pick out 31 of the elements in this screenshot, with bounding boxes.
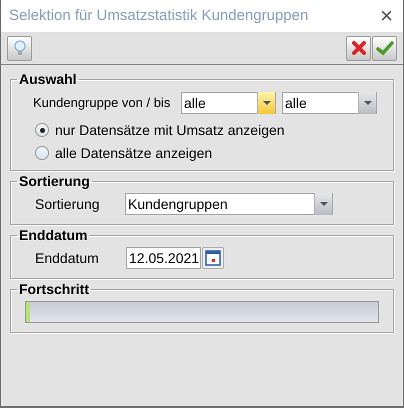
date-field[interactable]: 12.05.2021 [126,247,201,269]
group-title: Sortierung [18,173,91,189]
radio-button[interactable] [35,123,49,137]
radio-option[interactable]: nur Datensätze mit Umsatz anzeigen [35,122,379,138]
caret-icon [262,101,270,105]
field-label: Enddatum [35,248,100,268]
dropdown-field[interactable]: alle [181,92,276,114]
lightbulb-icon [14,40,26,56]
dropdown-value: alle [284,95,308,111]
caret-icon [364,101,372,105]
calendar-icon [205,250,221,266]
field-label: Sortierung [35,194,101,214]
dropdown-field[interactable]: Kundengruppen [125,193,333,215]
dropdown-value: Kundengruppen [127,196,229,212]
window-title: Selektion für Umsatzstatistik Kundengruppen [9,6,308,26]
radio-option[interactable]: alle Datensätze anzeigen [35,145,379,161]
close-icon [350,40,366,56]
close-button[interactable]: × [380,5,393,27]
hint-button[interactable] [7,36,32,60]
caret-icon [320,202,328,206]
group-title: Fortschritt [18,281,90,297]
cancel-button[interactable] [346,36,371,60]
field-label: Kundengruppe von / bis [33,94,172,112]
dropdown-field[interactable]: alle [282,92,377,114]
group-title: Auswahl [18,71,78,87]
radio-button[interactable] [35,146,49,160]
ok-button[interactable] [372,36,397,60]
calendar-button[interactable] [202,247,224,269]
dropdown-value: alle [183,95,207,111]
group-title: Enddatum [18,227,88,243]
checkmark-icon [376,40,394,56]
